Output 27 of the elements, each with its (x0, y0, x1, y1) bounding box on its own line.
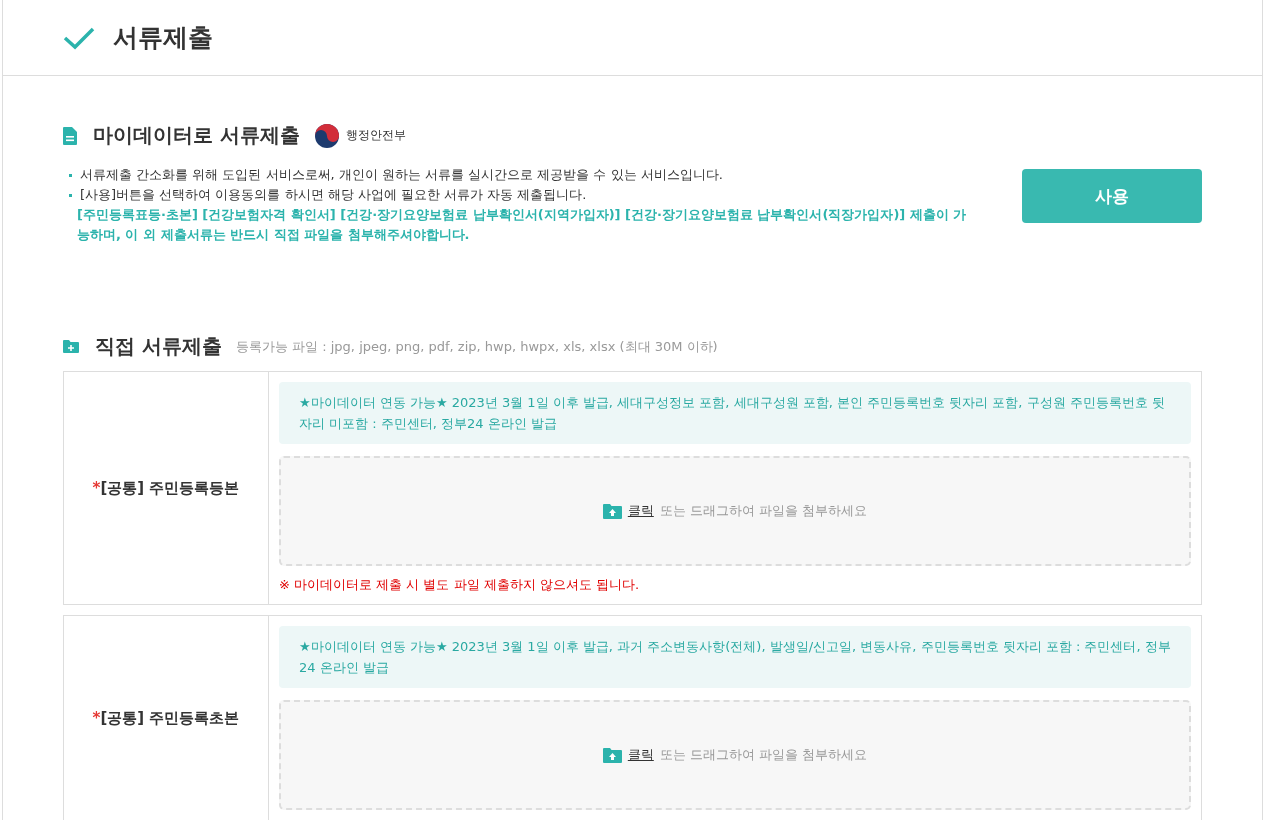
ministry-name: 행정안전부 (345, 127, 406, 144)
emblem-icon (313, 122, 340, 149)
upload-area[interactable]: 클릭 또는 드래그하여 파일을 첨부하세요 (279, 700, 1191, 810)
document-label: *[공통] 주민등록등본 (92, 478, 240, 498)
description-text: 서류제출 간소화를 위해 도입된 서비스로써, 개인이 원하는 서류를 실시간으로 제공받을 수 있는 서비스입니다. (80, 166, 723, 184)
folder-plus-icon (63, 340, 79, 353)
folder-upload-icon (602, 503, 622, 519)
upload-prompt: 또는 드래그하여 파일을 첨부하세요 (659, 502, 868, 520)
section-title: 마이데이터로 서류제출 (93, 122, 300, 149)
bullet-icon (69, 173, 72, 177)
click-link[interactable]: 클릭 (627, 502, 654, 520)
file-type-hint: 등록가능 파일 : jpg, jpeg, png, pdf, zip, hwp, hwpx, xls, xlsx (최대 30M 이하) (235, 337, 718, 356)
warning-text: ※ 마이데이터로 제출 시 별도 파일 제출하지 않으셔도 됩니다. (279, 576, 641, 594)
info-text: ★마이데이터 연동 가능★ 2023년 3월 1일 이후 발급, 세대구성정보 포함, 세대구성원 포함, 본인 주민등록번호 뒷자리 포함, 구성원 주민등록번호 뒷자리 미포함 : 주민센터, 정부24 온라인 발급 (299, 395, 1165, 431)
document-icon (63, 126, 77, 145)
folder-upload-icon (602, 747, 622, 763)
click-link[interactable]: 클릭 (627, 746, 654, 764)
info-text: ★마이데이터 연동 가능★ 2023년 3월 1일 이후 발급, 과거 주소변동사항(전체), 발생일/신고일, 변동사유, 주민등록번호 뒷자리 포함 : 주민센터, 정부24 온라인 발급 (299, 639, 1171, 675)
upload-prompt: 또는 드래그하여 파일을 첨부하세요 (659, 746, 868, 764)
section-title: 직접 서류제출 (95, 333, 222, 360)
description-text: [사용]버튼을 선택하여 이용동의를 하시면 해당 사업에 필요한 서류가 자동 제출됩니다. (80, 186, 587, 204)
notice-text: [주민등록표등·초본] [건강보험자격 확인서] [건강·장기요양보험료 납부확인서(지역가입자)] [건강·장기요양보험료 납부확인서(직장가입자)] 제출이 가능하며, 이 외 제출서류는 반드시 직접 파일을 첨부해주셔야합니다. (76, 206, 968, 244)
bullet-icon (69, 193, 72, 197)
upload-area[interactable]: 클릭 또는 드래그하여 파일을 첨부하세요 (279, 456, 1191, 566)
document-label: *[공통] 주민등록초본 (92, 708, 240, 728)
page-title: 서류제출 (113, 22, 213, 54)
check-icon (63, 25, 95, 50)
